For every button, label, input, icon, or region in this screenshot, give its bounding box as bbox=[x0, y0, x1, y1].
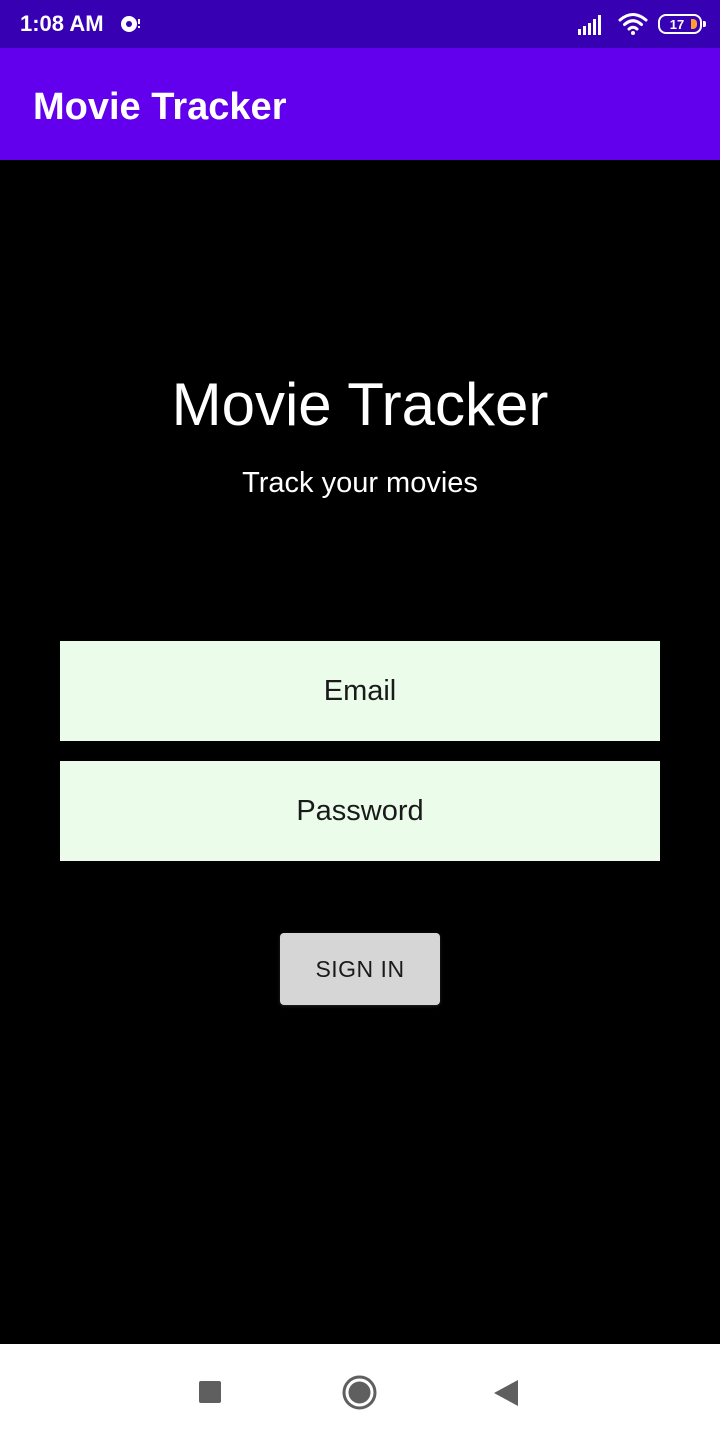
status-icons: 17 bbox=[578, 10, 706, 38]
login-screen: Movie Tracker Track your movies SIGN IN bbox=[0, 160, 720, 1344]
home-icon[interactable] bbox=[342, 1375, 377, 1410]
signal-icon bbox=[578, 15, 601, 35]
sign-in-button[interactable]: SIGN IN bbox=[280, 933, 440, 1005]
wifi-icon bbox=[618, 13, 648, 35]
password-field[interactable] bbox=[60, 761, 660, 861]
battery-icon: 17 bbox=[658, 14, 706, 34]
navigation-bar bbox=[0, 1344, 720, 1440]
battery-nub bbox=[703, 21, 706, 27]
battery-level: 17 bbox=[669, 16, 685, 32]
battery-fill bbox=[691, 19, 697, 29]
hero-title: Movie Tracker bbox=[171, 371, 549, 438]
hero-subtitle: Track your movies bbox=[242, 467, 478, 499]
app-bar: Movie Tracker bbox=[0, 48, 720, 160]
status-time: 1:08 AM bbox=[20, 11, 104, 36]
status-bar: 1:08 AM 17 bbox=[0, 0, 720, 48]
back-icon[interactable] bbox=[493, 1379, 519, 1407]
notification-icon bbox=[121, 16, 140, 32]
recents-icon[interactable] bbox=[199, 1381, 221, 1403]
app-bar-title: Movie Tracker bbox=[33, 86, 287, 128]
email-field[interactable] bbox=[60, 641, 660, 741]
